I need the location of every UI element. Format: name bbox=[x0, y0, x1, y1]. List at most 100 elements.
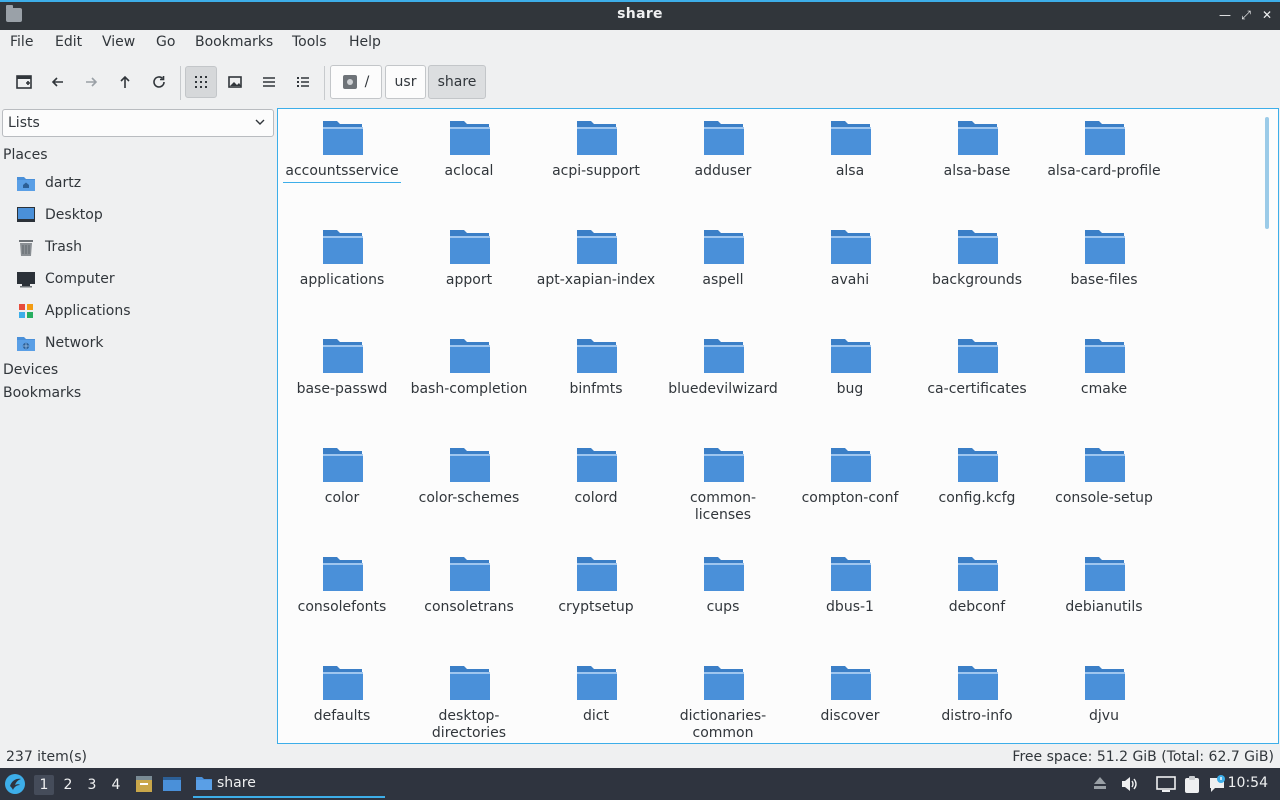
folder-item[interactable]: aspell bbox=[660, 228, 786, 289]
folder-item[interactable]: color bbox=[279, 446, 405, 507]
show-desktop-icon[interactable] bbox=[162, 774, 182, 794]
menu-edit[interactable]: Edit bbox=[55, 34, 82, 50]
folder-item[interactable]: consoletrans bbox=[406, 555, 532, 616]
reload-icon[interactable] bbox=[143, 66, 175, 98]
folder-icon bbox=[957, 228, 998, 266]
folder-item[interactable]: backgrounds bbox=[914, 228, 1040, 289]
restore-icon[interactable]: ⤢ bbox=[1237, 6, 1255, 24]
folder-item[interactable]: dbus-1 bbox=[787, 555, 913, 616]
path-root-label: / bbox=[364, 74, 370, 90]
compact-view-icon[interactable] bbox=[253, 66, 285, 98]
close-icon[interactable]: ✕ bbox=[1258, 6, 1276, 24]
folder-item[interactable]: consolefonts bbox=[279, 555, 405, 616]
folder-item[interactable]: djvu bbox=[1041, 664, 1167, 725]
eject-icon[interactable] bbox=[1091, 774, 1111, 794]
icon-view-icon[interactable] bbox=[185, 66, 217, 98]
folder-item[interactable]: alsa bbox=[787, 119, 913, 180]
forward-icon[interactable] bbox=[75, 66, 107, 98]
workspace-2[interactable]: 2 bbox=[58, 775, 78, 795]
folder-item[interactable]: base-passwd bbox=[279, 337, 405, 398]
minimize-icon[interactable]: — bbox=[1216, 6, 1234, 24]
sidebar-item-network[interactable]: Network bbox=[16, 330, 266, 356]
menu-bookmarks[interactable]: Bookmarks bbox=[195, 34, 273, 50]
new-tab-icon[interactable] bbox=[8, 66, 40, 98]
workspace-4[interactable]: 4 bbox=[106, 775, 126, 795]
folder-item[interactable]: colord bbox=[533, 446, 659, 507]
menu-tools[interactable]: Tools bbox=[292, 34, 327, 50]
taskbar: 1 2 3 4 share 10:54 bbox=[0, 768, 1280, 800]
bookmarks-heading[interactable]: Bookmarks bbox=[3, 385, 81, 401]
devices-heading[interactable]: Devices bbox=[3, 362, 58, 378]
folder-icon bbox=[576, 228, 617, 266]
sidebar-item-computer[interactable]: Computer bbox=[16, 266, 266, 292]
folder-item[interactable]: bluedevilwizard bbox=[660, 337, 786, 398]
file-manager-launcher-icon[interactable] bbox=[134, 774, 154, 794]
folder-item[interactable]: common-licenses bbox=[660, 446, 786, 524]
folder-item[interactable]: cryptsetup bbox=[533, 555, 659, 616]
folder-item[interactable]: cmake bbox=[1041, 337, 1167, 398]
volume-icon[interactable] bbox=[1119, 774, 1139, 794]
main-menu-icon[interactable] bbox=[4, 773, 26, 795]
folder-item[interactable]: dict bbox=[533, 664, 659, 725]
folder-item[interactable]: acpi-support bbox=[533, 119, 659, 180]
workspace-1[interactable]: 1 bbox=[34, 775, 54, 795]
clipboard-icon[interactable] bbox=[1182, 774, 1202, 794]
folder-item[interactable]: avahi bbox=[787, 228, 913, 289]
folder-item[interactable]: discover bbox=[787, 664, 913, 725]
folder-item[interactable]: debconf bbox=[914, 555, 1040, 616]
folder-item[interactable]: apport bbox=[406, 228, 532, 289]
sidebar-item-desktop[interactable]: Desktop bbox=[16, 202, 266, 228]
side-pane-mode-select[interactable]: Lists bbox=[2, 109, 274, 137]
sidebar-item-applications[interactable]: Applications bbox=[16, 298, 266, 324]
thumbnail-view-icon[interactable] bbox=[219, 66, 251, 98]
detailed-list-icon[interactable] bbox=[287, 66, 319, 98]
menu-go[interactable]: Go bbox=[156, 34, 175, 50]
folder-item[interactable]: accountsservice bbox=[279, 119, 405, 183]
folder-item[interactable]: base-files bbox=[1041, 228, 1167, 289]
sidebar-item-trash[interactable]: Trash bbox=[16, 234, 266, 260]
folder-item[interactable]: binfmts bbox=[533, 337, 659, 398]
folder-item[interactable]: compton-conf bbox=[787, 446, 913, 507]
folder-item[interactable]: dictionaries-common bbox=[660, 664, 786, 742]
up-icon[interactable] bbox=[109, 66, 141, 98]
folder-item[interactable]: apt-xapian-index bbox=[533, 228, 659, 289]
folder-label: apport bbox=[445, 272, 493, 288]
back-icon[interactable] bbox=[42, 66, 74, 98]
folder-item[interactable]: color-schemes bbox=[406, 446, 532, 507]
folder-icon bbox=[576, 555, 617, 593]
path-segment-usr[interactable]: usr bbox=[385, 65, 426, 99]
folder-icon bbox=[322, 664, 363, 702]
vertical-scrollbar[interactable] bbox=[1265, 117, 1269, 229]
folder-item[interactable]: config.kcfg bbox=[914, 446, 1040, 507]
folder-item[interactable]: cups bbox=[660, 555, 786, 616]
folder-icon bbox=[957, 555, 998, 593]
sidebar-item-label: Trash bbox=[45, 239, 82, 255]
folder-item[interactable]: desktop-directories bbox=[406, 664, 532, 742]
folder-icon-view[interactable]: accountsservice aclocal acpi-support adduse… bbox=[277, 108, 1279, 744]
folder-item[interactable]: bash-completion bbox=[406, 337, 532, 398]
workspace-3[interactable]: 3 bbox=[82, 775, 102, 795]
folder-item[interactable]: debianutils bbox=[1041, 555, 1167, 616]
status-bar: 237 item(s) Free space: 51.2 GiB (Total:… bbox=[0, 746, 1280, 768]
folder-item[interactable]: defaults bbox=[279, 664, 405, 725]
folder-item[interactable]: applications bbox=[279, 228, 405, 289]
folder-item[interactable]: console-setup bbox=[1041, 446, 1167, 507]
network-status-icon[interactable] bbox=[1156, 774, 1176, 794]
task-share[interactable]: share bbox=[193, 771, 385, 798]
menu-file[interactable]: File bbox=[10, 34, 33, 50]
folder-item[interactable]: adduser bbox=[660, 119, 786, 180]
folder-item[interactable]: distro-info bbox=[914, 664, 1040, 725]
path-root-button[interactable]: / bbox=[330, 65, 382, 99]
folder-item[interactable]: aclocal bbox=[406, 119, 532, 180]
places-heading[interactable]: Places bbox=[3, 147, 48, 163]
sidebar-item-dartz[interactable]: dartz bbox=[16, 170, 266, 196]
folder-item[interactable]: ca-certificates bbox=[914, 337, 1040, 398]
folder-label: debconf bbox=[948, 599, 1006, 615]
path-segment-share[interactable]: share bbox=[428, 65, 486, 99]
notification-icon[interactable] bbox=[1207, 774, 1227, 794]
folder-item[interactable]: alsa-base bbox=[914, 119, 1040, 180]
folder-item[interactable]: bug bbox=[787, 337, 913, 398]
folder-item[interactable]: alsa-card-profile bbox=[1041, 119, 1167, 180]
menu-view[interactable]: View bbox=[102, 34, 135, 50]
menu-help[interactable]: Help bbox=[349, 34, 381, 50]
